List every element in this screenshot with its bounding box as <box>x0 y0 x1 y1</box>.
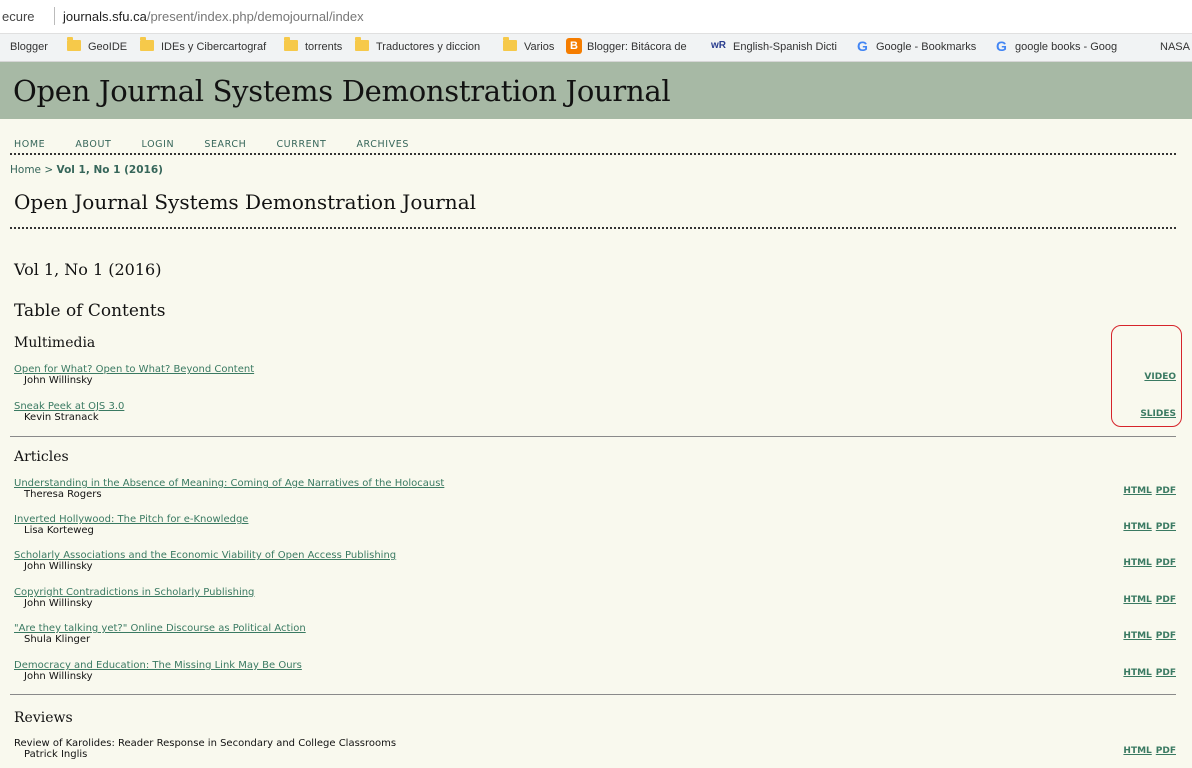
folder-icon <box>503 37 517 51</box>
toc-entry: Copyright Contradictions in Scholarly Pu… <box>14 587 1176 617</box>
galley-pdf-link[interactable]: PDF <box>1156 631 1176 641</box>
bookmark-blogger[interactable]: Blogger <box>10 41 48 53</box>
section-title-articles: Articles <box>14 449 69 465</box>
nav-search[interactable]: SEARCH <box>204 139 246 150</box>
url-path: /present/index.php/demojournal/index <box>146 9 364 24</box>
entry-author: Shula Klinger <box>24 634 91 645</box>
entry-title-link[interactable]: Scholarly Associations and the Economic … <box>14 550 396 561</box>
bookmark-traductores[interactable]: Traductores y diccion <box>376 41 480 53</box>
bookmark-torrents[interactable]: torrents <box>305 41 342 53</box>
page-title: Open Journal Systems Demonstration Journ… <box>14 190 477 214</box>
entry-title: Review of Karolides: Reader Response in … <box>14 738 397 749</box>
galley-html-link[interactable]: HTML <box>1123 595 1151 605</box>
highlight-annotation <box>1111 325 1182 427</box>
folder-icon <box>67 37 81 51</box>
address-bar[interactable]: ecure journals.sfu.ca/present/index.php/… <box>0 0 1192 34</box>
journal-header-title: Open Journal Systems Demonstration Journ… <box>13 74 671 108</box>
galley-html-link[interactable]: HTML <box>1123 522 1151 532</box>
toc-entry: Inverted Hollywood: The Pitch for e-Know… <box>14 514 1176 544</box>
entry-galleys: HTML PDF <box>1119 660 1176 679</box>
breadcrumb: Home > Vol 1, No 1 (2016) <box>10 164 163 176</box>
entry-author: Patrick Inglis <box>24 749 88 760</box>
entry-author: John Willinsky <box>24 598 93 609</box>
entry-title-link[interactable]: Sneak Peek at OJS 3.0 <box>14 401 124 412</box>
url-text[interactable]: journals.sfu.ca/present/index.php/demojo… <box>63 9 364 24</box>
breadcrumb-home[interactable]: Home <box>10 164 41 176</box>
bookmark-ides[interactable]: IDEs y Cibercartograf <box>161 41 266 53</box>
toc-entry: "Are they talking yet?" Online Discourse… <box>14 623 1176 653</box>
entry-author: Kevin Stranack <box>24 412 99 423</box>
entry-author: John Willinsky <box>24 561 93 572</box>
section-title-reviews: Reviews <box>14 710 73 726</box>
entry-galleys: HTML PDF <box>1119 550 1176 569</box>
folder-icon <box>140 37 154 51</box>
entry-title-link[interactable]: Understanding in the Absence of Meaning:… <box>14 478 444 489</box>
galley-pdf-link[interactable]: PDF <box>1156 486 1176 496</box>
galley-pdf-link[interactable]: PDF <box>1156 558 1176 568</box>
toc-entry: Open for What? Open to What? Beyond Cont… <box>14 364 1176 394</box>
bookmark-google-bookmarks[interactable]: Google - Bookmarks <box>876 41 976 53</box>
section-divider <box>10 694 1176 695</box>
galley-html-link[interactable]: HTML <box>1123 746 1151 756</box>
galley-html-link[interactable]: HTML <box>1123 558 1151 568</box>
bookmark-blogger-bitacora[interactable]: Blogger: Bitácora de <box>587 41 687 53</box>
blogger-icon: B <box>566 38 582 54</box>
security-label[interactable]: ecure <box>2 9 35 24</box>
bookmark-english-spanish[interactable]: English-Spanish Dicti <box>733 41 837 53</box>
toc-entry: Review of Karolides: Reader Response in … <box>14 738 1176 768</box>
toc-entry: Sneak Peek at OJS 3.0 Kevin Stranack SLI… <box>14 401 1176 431</box>
main-nav: HOME ABOUT LOGIN SEARCH CURRENT ARCHIVES <box>14 132 434 151</box>
bookmarks-bar: Blogger GeoIDE IDEs y Cibercartograf tor… <box>0 34 1192 62</box>
entry-author: Lisa Korteweg <box>24 525 94 536</box>
section-divider <box>10 436 1176 437</box>
entry-title-link[interactable]: Open for What? Open to What? Beyond Cont… <box>14 364 254 375</box>
entry-title-link[interactable]: "Are they talking yet?" Online Discourse… <box>14 623 306 634</box>
nav-home[interactable]: HOME <box>14 139 45 150</box>
entry-author: John Willinsky <box>24 671 93 682</box>
folder-icon <box>284 37 298 51</box>
galley-html-link[interactable]: HTML <box>1123 668 1151 678</box>
google-icon: G <box>857 38 868 54</box>
galley-pdf-link[interactable]: PDF <box>1156 522 1176 532</box>
entry-title-link[interactable]: Copyright Contradictions in Scholarly Pu… <box>14 587 254 598</box>
entry-galleys: HTML PDF <box>1119 738 1176 757</box>
bookmark-google-books[interactable]: google books - Goog <box>1015 41 1117 53</box>
bookmark-varios[interactable]: Varios <box>524 41 554 53</box>
wordreference-icon: wR <box>711 40 726 51</box>
breadcrumb-separator: > <box>44 164 54 176</box>
section-title-multimedia: Multimedia <box>14 335 96 351</box>
entry-title-link[interactable]: Democracy and Education: The Missing Lin… <box>14 660 302 671</box>
breadcrumb-current[interactable]: Vol 1, No 1 (2016) <box>57 164 163 176</box>
toc-entry: Scholarly Associations and the Economic … <box>14 550 1176 580</box>
toc-entry: Democracy and Education: The Missing Lin… <box>14 660 1176 690</box>
entry-galleys: HTML PDF <box>1119 587 1176 606</box>
toc-title: Table of Contents <box>14 301 166 321</box>
nav-divider <box>10 153 1176 155</box>
galley-pdf-link[interactable]: PDF <box>1156 746 1176 756</box>
entry-galleys: HTML PDF <box>1119 514 1176 533</box>
galley-html-link[interactable]: HTML <box>1123 486 1151 496</box>
bookmark-nasa[interactable]: NASA <box>1160 41 1190 53</box>
entry-title-link[interactable]: Inverted Hollywood: The Pitch for e-Know… <box>14 514 248 525</box>
url-host: journals.sfu.ca <box>63 9 147 24</box>
entry-galleys: HTML PDF <box>1119 623 1176 642</box>
folder-icon <box>355 37 369 51</box>
entry-author: Theresa Rogers <box>24 489 102 500</box>
issue-title: Vol 1, No 1 (2016) <box>14 260 162 279</box>
galley-pdf-link[interactable]: PDF <box>1156 668 1176 678</box>
nav-archives[interactable]: ARCHIVES <box>356 139 409 150</box>
bookmark-geoide[interactable]: GeoIDE <box>88 41 127 53</box>
galley-pdf-link[interactable]: PDF <box>1156 595 1176 605</box>
nav-current[interactable]: CURRENT <box>276 139 326 150</box>
galley-html-link[interactable]: HTML <box>1123 631 1151 641</box>
nav-login[interactable]: LOGIN <box>142 139 175 150</box>
entry-galleys: HTML PDF <box>1119 478 1176 497</box>
google-icon: G <box>996 38 1007 54</box>
title-divider <box>10 227 1176 229</box>
address-divider <box>54 7 55 25</box>
toc-entry: Understanding in the Absence of Meaning:… <box>14 478 1176 508</box>
nav-about[interactable]: ABOUT <box>75 139 111 150</box>
journal-header: Open Journal Systems Demonstration Journ… <box>0 62 1192 119</box>
entry-author: John Willinsky <box>24 375 93 386</box>
